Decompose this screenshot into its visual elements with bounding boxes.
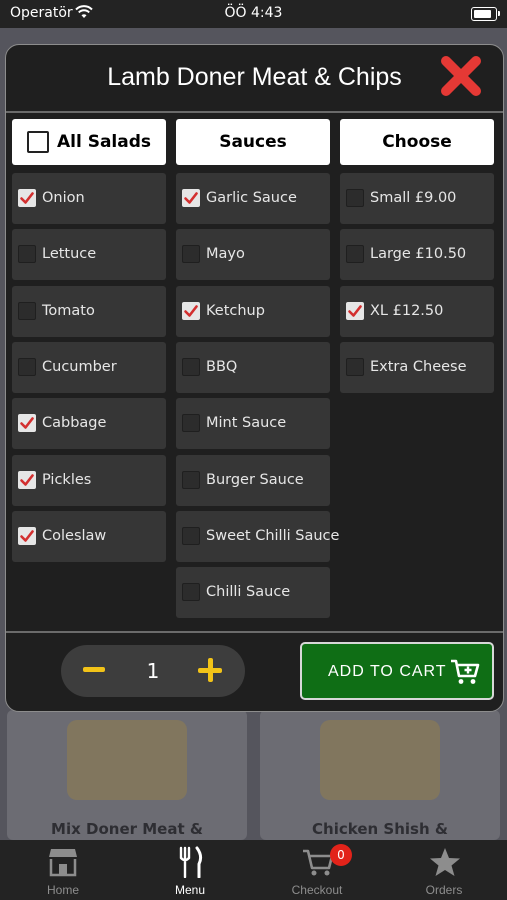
option-row[interactable]: Mint Sauce: [176, 398, 330, 449]
checkbox-checked[interactable]: [18, 189, 36, 207]
column-header-label: Choose: [382, 132, 452, 152]
all-salads-toggle[interactable]: All Salads: [12, 119, 166, 165]
cart-plus-icon: [450, 658, 480, 690]
cart-count-badge: 0: [330, 844, 352, 866]
divider: [6, 111, 503, 113]
checkbox[interactable]: [346, 189, 364, 207]
modal-title: Lamb Doner Meat & Chips: [107, 63, 402, 91]
option-label: Tomato: [42, 303, 95, 319]
option-label: Mayo: [206, 246, 245, 262]
tab-checkout[interactable]: Checkout: [254, 840, 380, 900]
option-row[interactable]: Mayo: [176, 229, 330, 280]
checkbox-checked[interactable]: [182, 189, 200, 207]
tab-label: Orders: [425, 883, 463, 897]
option-label: Onion: [42, 190, 85, 206]
divider: [6, 631, 503, 633]
option-row[interactable]: Small £9.00: [340, 173, 494, 224]
option-row[interactable]: XL £12.50: [340, 286, 494, 337]
tab-label: Checkout: [291, 883, 343, 897]
fork-knife-icon: [175, 846, 205, 879]
checkbox[interactable]: [18, 302, 36, 320]
checkbox[interactable]: [346, 245, 364, 263]
checkbox-checked[interactable]: [182, 302, 200, 320]
option-label: Small £9.00: [370, 190, 457, 206]
checkbox-checked[interactable]: [346, 302, 364, 320]
options-modal: Lamb Doner Meat & Chips All Salads Sauce…: [5, 44, 504, 712]
option-row[interactable]: Cabbage: [12, 398, 166, 449]
checkbox[interactable]: [182, 245, 200, 263]
option-label: XL £12.50: [370, 303, 444, 319]
option-label: Cabbage: [42, 415, 107, 431]
add-to-cart-label: ADD TO CART: [328, 663, 447, 680]
checkbox-checked[interactable]: [18, 471, 36, 489]
checkbox[interactable]: [26, 131, 49, 153]
option-label: Lettuce: [42, 246, 97, 262]
store-icon: [48, 846, 78, 878]
tab-bar: Home Menu Checkout Orders: [0, 840, 507, 900]
increment-button[interactable]: [198, 658, 222, 682]
option-label: Garlic Sauce: [206, 190, 297, 206]
food-image: [67, 720, 187, 800]
option-row[interactable]: Sweet Chilli Sauce: [176, 511, 339, 562]
checkbox[interactable]: [182, 583, 200, 601]
option-label: Ketchup: [206, 303, 265, 319]
checkbox[interactable]: [18, 245, 36, 263]
option-row[interactable]: Coleslaw: [12, 511, 166, 562]
menu-card-name: Chicken Shish &: [312, 820, 448, 838]
star-icon: [429, 846, 460, 878]
tab-menu[interactable]: Menu: [127, 840, 253, 900]
option-label: Coleslaw: [42, 528, 107, 544]
option-label: Large £10.50: [370, 246, 467, 262]
option-row[interactable]: Extra Cheese: [340, 342, 494, 393]
checkbox[interactable]: [182, 414, 200, 432]
checkbox[interactable]: [182, 471, 200, 489]
food-image: [320, 720, 440, 800]
option-row[interactable]: Tomato: [12, 286, 166, 337]
option-row[interactable]: Lettuce: [12, 229, 166, 280]
option-label: Burger Sauce: [206, 472, 304, 488]
option-row[interactable]: Burger Sauce: [176, 455, 330, 506]
checkbox[interactable]: [346, 358, 364, 376]
option-label: BBQ: [206, 359, 238, 375]
quantity-stepper: 1: [61, 645, 245, 697]
option-row[interactable]: Cucumber: [12, 342, 166, 393]
checkbox-checked[interactable]: [18, 527, 36, 545]
checkbox[interactable]: [182, 527, 200, 545]
option-row[interactable]: Ketchup: [176, 286, 330, 337]
cart-icon: [302, 846, 334, 878]
clock: ÖÖ 4:43: [224, 5, 283, 21]
menu-card[interactable]: Chicken Shish &: [260, 710, 500, 840]
option-label: Cucumber: [42, 359, 117, 375]
add-to-cart-button[interactable]: ADD TO CART: [300, 642, 494, 700]
checkbox[interactable]: [182, 358, 200, 376]
option-label: Pickles: [42, 472, 92, 488]
menu-card[interactable]: Mix Doner Meat &: [7, 710, 247, 840]
menu-card-name: Mix Doner Meat &: [51, 820, 203, 838]
tab-orders[interactable]: Orders: [381, 840, 507, 900]
tab-home[interactable]: Home: [0, 840, 126, 900]
option-label: Chilli Sauce: [206, 584, 291, 600]
column-header-label: Sauces: [219, 132, 287, 152]
option-label: Extra Cheese: [370, 359, 467, 375]
option-row[interactable]: Pickles: [12, 455, 166, 506]
option-label: Mint Sauce: [206, 415, 287, 431]
checkbox-checked[interactable]: [18, 414, 36, 432]
close-icon[interactable]: [438, 53, 484, 99]
checkbox[interactable]: [18, 358, 36, 376]
option-row[interactable]: BBQ: [176, 342, 330, 393]
tab-label: Menu: [174, 883, 206, 897]
column-header-sauces: Sauces: [176, 119, 330, 165]
status-bar: Operatör ÖÖ 4:43: [0, 0, 507, 28]
option-row[interactable]: Onion: [12, 173, 166, 224]
option-row[interactable]: Chilli Sauce: [176, 567, 330, 618]
column-header-salads: All Salads: [56, 132, 152, 152]
option-row[interactable]: Large £10.50: [340, 229, 494, 280]
option-label: Sweet Chilli Sauce: [206, 528, 340, 544]
battery-icon: [471, 7, 500, 21]
option-row[interactable]: Garlic Sauce: [176, 173, 330, 224]
tab-label: Home: [46, 883, 79, 897]
column-header-choose: Choose: [340, 119, 494, 165]
